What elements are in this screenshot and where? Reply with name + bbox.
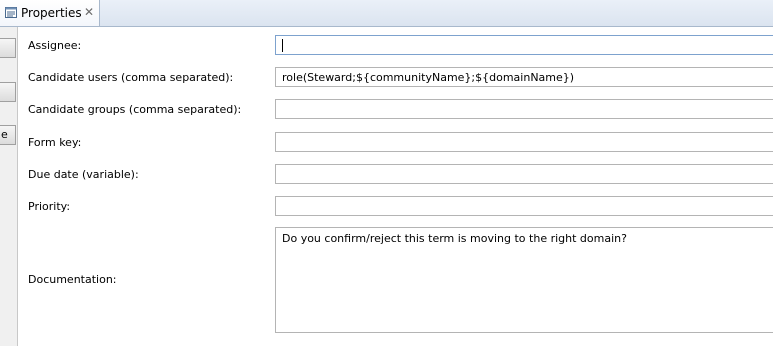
priority-input[interactable] (275, 196, 773, 216)
sidebar-button-2[interactable] (0, 82, 16, 102)
tab-title: Properties (21, 6, 82, 20)
form-key-input[interactable] (275, 132, 773, 152)
due-date-label: Due date (variable): (28, 168, 139, 181)
sidebar-button-1[interactable] (0, 38, 16, 58)
assignee-label: Assignee: (28, 39, 82, 52)
due-date-input[interactable] (275, 164, 773, 184)
close-icon[interactable]: ✕ (84, 4, 94, 20)
left-sidebar: e (0, 27, 18, 346)
priority-label: Priority: (28, 200, 71, 213)
documentation-textarea[interactable]: Do you confirm/reject this term is movin… (275, 227, 773, 333)
tab-properties[interactable]: Properties ✕ (0, 0, 100, 26)
candidate-groups-label: Candidate groups (comma separated): (28, 103, 242, 116)
view-tab-bar: Properties ✕ (0, 0, 773, 27)
properties-icon (5, 7, 17, 18)
candidate-groups-input[interactable] (275, 99, 773, 119)
documentation-label: Documentation: (28, 273, 117, 286)
candidate-users-input[interactable]: role(Steward;${communityName};${domainNa… (275, 67, 773, 87)
form-key-label: Form key: (28, 136, 82, 149)
text-caret (282, 39, 283, 52)
candidate-users-label: Candidate users (comma separated): (28, 71, 234, 84)
sidebar-button-3[interactable]: e (0, 125, 16, 145)
assignee-input[interactable] (275, 35, 773, 55)
